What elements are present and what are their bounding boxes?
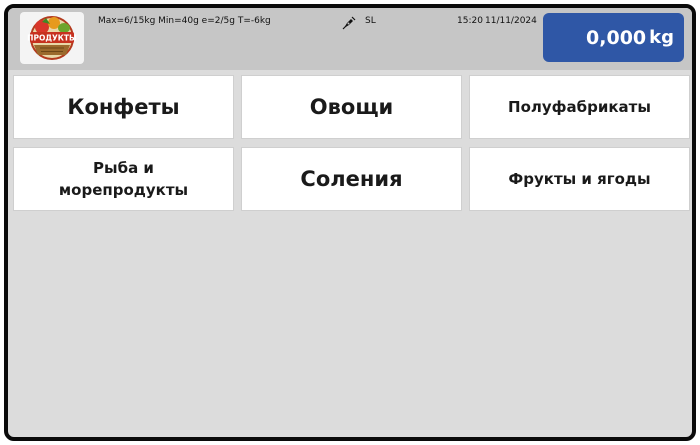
- produce-basket-icon: ПРОДУКТЫ: [27, 16, 77, 60]
- category-label: Конфеты: [67, 95, 180, 119]
- weight-value: 0,000: [586, 26, 647, 49]
- weight-unit: kg: [649, 27, 674, 48]
- category-label: Овощи: [309, 95, 394, 119]
- weight-display: 0,000 kg: [543, 13, 684, 62]
- header-bar: ПРОДУКТЫ Max=6/15kg Min=40g e=2/5g T=-6k…: [8, 8, 692, 70]
- category-label: Соления: [300, 167, 403, 191]
- category-tile-frukty[interactable]: Фрукты и ягоды: [469, 147, 690, 211]
- pen-nib-icon: [342, 15, 356, 30]
- scale-screen: ПРОДУКТЫ Max=6/15kg Min=40g e=2/5g T=-6k…: [4, 4, 696, 441]
- category-label-line1: Рыба и: [93, 159, 154, 177]
- logo-text: ПРОДУКТЫ: [27, 34, 77, 43]
- category-tile-ryba[interactable]: Рыба и морепродукты: [13, 147, 234, 211]
- category-tile-polufabrikaty[interactable]: Полуфабрикаты: [469, 75, 690, 139]
- category-tile-ovoshchi[interactable]: Овощи: [241, 75, 462, 139]
- clock-date: 11/11/2024: [485, 16, 537, 26]
- category-label: Полуфабрикаты: [508, 98, 651, 116]
- category-tile-soleniya[interactable]: Соления: [241, 147, 462, 211]
- store-logo: ПРОДУКТЫ: [20, 12, 84, 64]
- category-label: Фрукты и ягоды: [508, 170, 651, 188]
- scale-specs: Max=6/15kg Min=40g e=2/5g T=-6kg: [98, 16, 271, 26]
- clock-time: 15:20: [457, 16, 483, 26]
- category-tile-konfety[interactable]: Конфеты: [13, 75, 234, 139]
- mode-indicator: SL: [365, 16, 376, 26]
- category-label-line2: морепродукты: [58, 181, 189, 199]
